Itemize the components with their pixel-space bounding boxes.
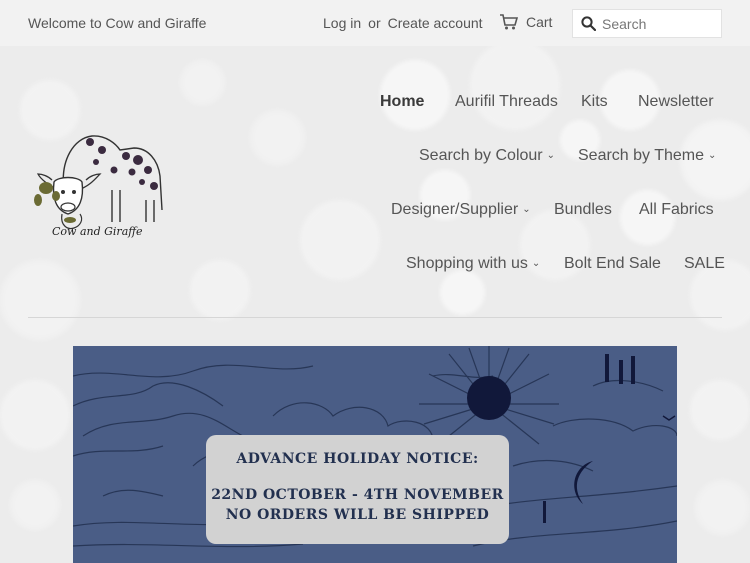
nav-search-by-colour-label: Search by Colour: [419, 147, 543, 164]
chevron-down-icon: ⌄: [708, 150, 717, 161]
site-logo[interactable]: Cow and Giraffe: [34, 130, 164, 240]
top-bar: Welcome to Cow and Giraffe Log in or Creat…: [0, 0, 750, 46]
nav-home[interactable]: Home: [380, 93, 424, 111]
cart-link[interactable]: Cart: [500, 14, 552, 30]
cow-giraffe-logo-image: Cow and Giraffe: [34, 135, 163, 238]
hero-banner[interactable]: ADVANCE HOLIDAY NOTICE: 22ND OCTOBER - 4…: [73, 346, 677, 563]
nav-sale[interactable]: SALE: [684, 255, 725, 273]
nav-search-by-colour[interactable]: Search by Colour ⌄: [419, 147, 555, 165]
nav-designer-supplier[interactable]: Designer/Supplier ⌄: [391, 201, 531, 219]
nav-newsletter[interactable]: Newsletter: [638, 93, 714, 111]
account-links: Log in or Create account: [323, 15, 483, 31]
notice-message: NO ORDERS WILL BE SHIPPED: [225, 507, 490, 523]
header-divider: [28, 317, 722, 318]
search-icon[interactable]: [581, 16, 596, 31]
login-link[interactable]: Log in: [323, 15, 361, 31]
nav-search-by-theme-label: Search by Theme: [578, 147, 704, 164]
nav-designer-supplier-label: Designer/Supplier: [391, 201, 519, 218]
welcome-text: Welcome to Cow and Giraffe: [28, 15, 207, 31]
notice-heading: ADVANCE HOLIDAY NOTICE:: [236, 451, 479, 467]
nav-shopping-with-us[interactable]: Shopping with us ⌄: [406, 255, 540, 273]
svg-text:Cow and Giraffe: Cow and Giraffe: [52, 225, 143, 238]
create-account-link[interactable]: Create account: [388, 15, 483, 31]
chevron-down-icon: ⌄: [546, 150, 556, 161]
notice-dates: 22ND OCTOBER - 4TH NOVEMBER: [211, 487, 504, 503]
or-text: or: [368, 15, 381, 31]
nav-bundles[interactable]: Bundles: [554, 201, 612, 219]
search-box: [572, 9, 722, 38]
nav-bolt-end-sale[interactable]: Bolt End Sale: [564, 255, 661, 273]
chevron-down-icon: ⌄: [522, 204, 531, 215]
nav-all-fabrics[interactable]: All Fabrics: [639, 201, 714, 219]
nav-aurifil-threads[interactable]: Aurifil Threads: [455, 93, 558, 111]
nav-shopping-with-us-label: Shopping with us: [406, 255, 528, 272]
nav-search-by-theme[interactable]: Search by Theme ⌄: [578, 147, 716, 165]
nav-kits[interactable]: Kits: [581, 93, 608, 111]
search-input[interactable]: [602, 15, 712, 32]
cart-label: Cart: [526, 14, 553, 30]
chevron-down-icon: ⌄: [531, 258, 541, 269]
holiday-notice-card: ADVANCE HOLIDAY NOTICE: 22ND OCTOBER - 4…: [206, 435, 509, 544]
cart-icon: [500, 14, 518, 30]
